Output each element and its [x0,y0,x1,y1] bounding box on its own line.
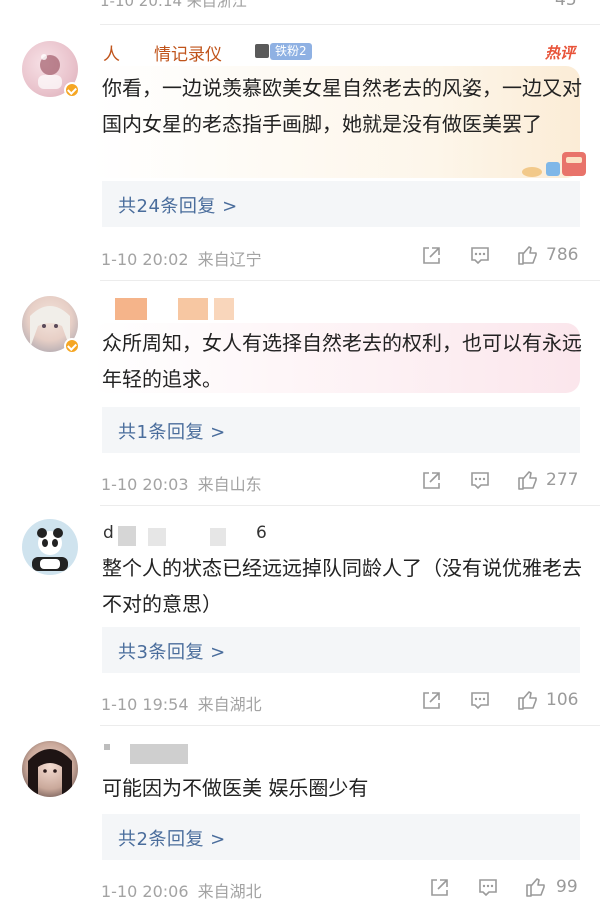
divider [100,505,600,506]
top-like-count: 45 [555,0,577,10]
avatar-art [28,749,72,797]
comment-time: 1-10 20:06 [101,882,189,901]
like-count: 277 [546,470,579,490]
username-end: 6 [256,523,267,543]
comment-icon[interactable] [469,245,491,267]
comment-time: 1-10 20:03 [101,475,189,494]
username-redacted [214,298,234,320]
view-replies-button[interactable]: 共24条回复 > [102,181,580,227]
comment-location: 来自湖北 [197,695,262,714]
divider [100,280,600,281]
divider [100,24,600,25]
username-redacted [210,528,226,546]
comment-meta: 1-10 20:02 来自辽宁 [101,246,262,270]
replies-label: 共24条回复 > [118,196,238,217]
top-comment-meta: 1-10 20:14 来自浙江 [100,0,247,10]
replies-label: 共2条回复 > [118,829,226,850]
comment-text: 你看，一边说羡慕欧美女星自然老去的风姿，一边又对国内女星的老态指手画脚，她就是没… [102,76,582,136]
username-redacted [178,298,208,320]
comment-meta: 1-10 20:03 来自山东 [101,471,262,495]
avatar[interactable] [22,519,78,575]
username-redacted [104,744,110,750]
like-count: 106 [546,690,579,710]
like-icon[interactable] [517,244,539,266]
comment-text: 整个人的状态已经远远掉队同龄人了（没有说优雅老去不对的意思） [102,556,582,616]
like-icon[interactable] [517,469,539,491]
avatar-art [32,528,68,571]
comment-location: 来自辽宁 [197,250,262,269]
username-redacted [130,744,188,764]
view-replies-button[interactable]: 共1条回复 > [102,407,580,453]
share-icon[interactable] [420,470,442,492]
comment-meta: 1-10 19:54 来自湖北 [101,691,262,715]
replies-label: 共1条回复 > [118,422,226,443]
username-start[interactable]: d [103,523,114,543]
verified-icon [64,82,80,98]
divider [100,725,600,726]
comment-meta: 1-10 20:06 来自湖北 [101,878,262,902]
avatar[interactable] [22,741,78,797]
verified-icon [64,338,80,354]
share-icon[interactable] [420,245,442,267]
comment-text: 可能因为不做医美 娱乐圈少有 [102,776,369,800]
like-count: 786 [546,245,579,265]
like-icon[interactable] [525,876,547,898]
comment-time: 1-10 20:02 [101,250,189,269]
view-replies-button[interactable]: 共3条回复 > [102,627,580,673]
like-count: 99 [556,877,578,897]
comment-text: 众所周知，女人有选择自然老去的权利，也可以有永远年轻的追求。 [102,331,582,391]
username[interactable]: 人 情记录仪 [103,40,222,65]
comment-time: 1-10 19:54 [101,695,189,714]
fan-level-icon [255,44,269,58]
bubble-decoration-icon [522,152,586,177]
comment-icon[interactable] [469,470,491,492]
share-icon[interactable] [420,690,442,712]
comment-location: 来自山东 [197,475,262,494]
username-redacted [115,298,147,320]
view-replies-button[interactable]: 共2条回复 > [102,814,580,860]
comment-location: 来自湖北 [197,882,262,901]
username-redacted [118,526,136,546]
hot-comment-tag: 热评 [545,44,576,62]
fan-badge: 铁粉2 [270,43,312,60]
replies-label: 共3条回复 > [118,642,226,663]
like-icon[interactable] [517,689,539,711]
username-redacted [148,528,166,546]
comment-icon[interactable] [469,690,491,712]
